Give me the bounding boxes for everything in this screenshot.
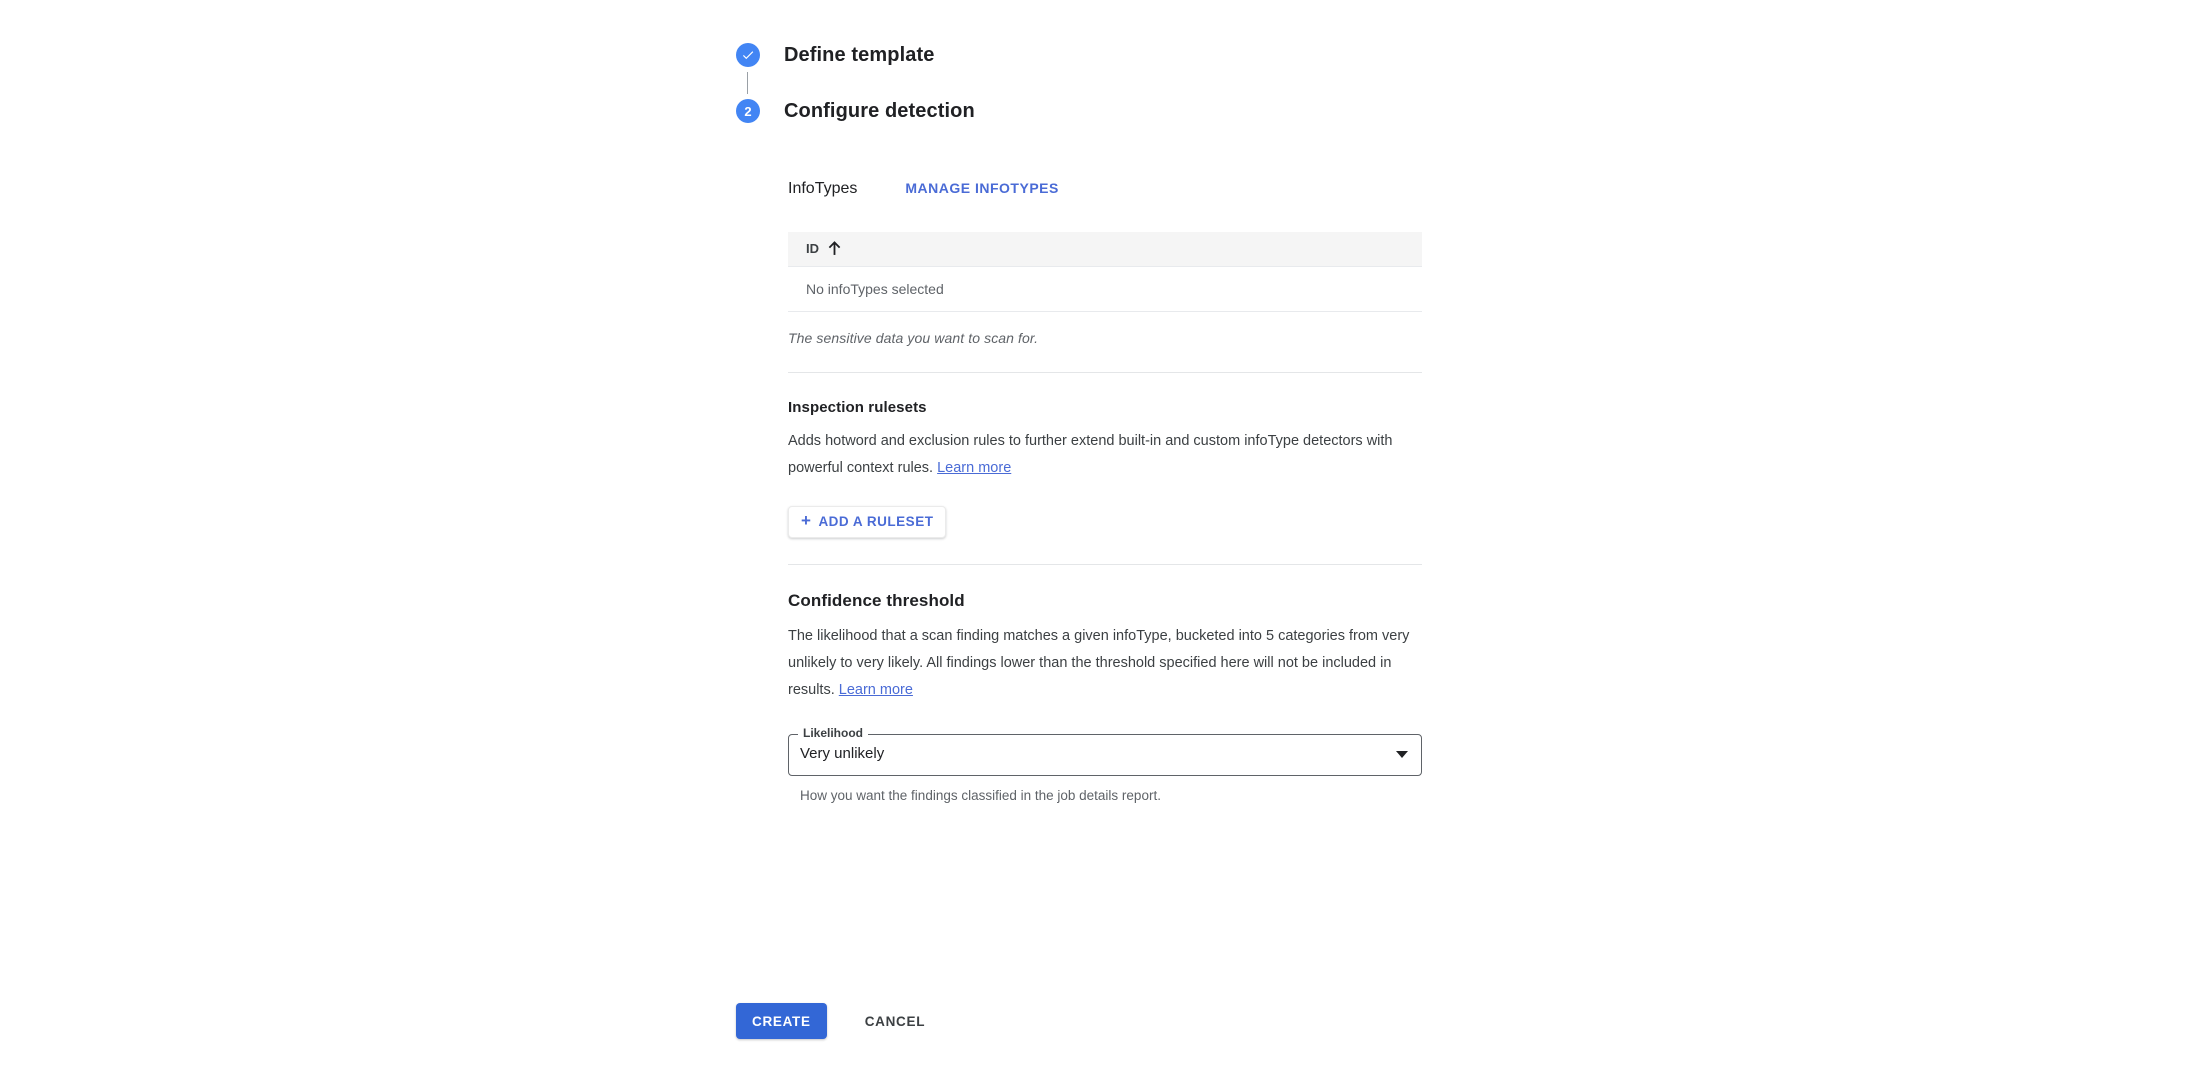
infotypes-table: ID No infoTypes selected: [788, 232, 1422, 312]
likelihood-select[interactable]: Likelihood Very unlikely: [788, 725, 1422, 776]
table-row: No infoTypes selected: [788, 266, 1422, 312]
step-completed-check-icon: [736, 43, 760, 67]
chevron-down-icon[interactable]: [1396, 750, 1408, 758]
infotypes-label: InfoTypes: [788, 180, 858, 197]
table-empty-message: No infoTypes selected: [788, 266, 1422, 312]
plus-icon: +: [801, 511, 812, 530]
column-header-id-label: ID: [806, 241, 819, 257]
add-ruleset-button-label: ADD A RULESET: [818, 514, 934, 529]
cancel-button[interactable]: CANCEL: [857, 1003, 933, 1039]
form-actions: CREATE CANCEL: [736, 1003, 933, 1039]
configure-detection-panel: InfoTypes MANAGE INFOTYPES ID No infoTyp…: [788, 180, 1422, 803]
stepper-connector-line: [747, 72, 748, 94]
rulesets-learn-more-link[interactable]: Learn more: [937, 460, 1011, 476]
step-configure-detection[interactable]: 2 Configure detection: [736, 94, 1436, 128]
likelihood-select-value: Very unlikely: [800, 744, 885, 762]
confidence-learn-more-link[interactable]: Learn more: [839, 682, 913, 698]
section-divider-2: [788, 563, 1422, 565]
likelihood-select-label: Likelihood: [798, 725, 868, 740]
create-inspection-template-page: Define template 2 Configure detection In…: [0, 0, 2200, 1086]
column-header-id[interactable]: ID: [788, 232, 1422, 267]
confidence-threshold-description: The likelihood that a scan finding match…: [788, 623, 1420, 704]
step-define-template[interactable]: Define template: [736, 38, 1436, 72]
confidence-threshold-title: Confidence threshold: [788, 590, 965, 610]
confidence-threshold-block: Confidence threshold The likelihood that…: [788, 591, 1422, 803]
create-button[interactable]: CREATE: [736, 1003, 827, 1039]
section-divider-1: [788, 371, 1422, 373]
step-define-template-label: Define template: [784, 43, 935, 66]
inspection-rulesets-title: Inspection rulesets: [788, 398, 927, 416]
infotypes-header: InfoTypes MANAGE INFOTYPES: [788, 180, 1422, 210]
add-ruleset-button[interactable]: + ADD A RULESET: [788, 505, 947, 538]
step-number-badge: 2: [736, 99, 760, 123]
infotypes-hint: The sensitive data you want to scan for.: [788, 329, 1039, 346]
inspection-rulesets-description: Adds hotword and exclusion rules to furt…: [788, 428, 1420, 482]
table-header-row: ID: [788, 232, 1422, 267]
step-configure-detection-label: Configure detection: [784, 99, 975, 122]
manage-infotypes-button[interactable]: MANAGE INFOTYPES: [905, 180, 1058, 196]
wizard-stepper: Define template 2 Configure detection: [736, 38, 1436, 128]
inspection-rulesets-description-text: Adds hotword and exclusion rules to furt…: [788, 432, 1393, 476]
inspection-rulesets-block: Inspection rulesets Adds hotword and exc…: [788, 399, 1422, 538]
sort-ascending-arrow-icon[interactable]: [828, 241, 841, 256]
likelihood-select-hint: How you want the findings classified in …: [800, 787, 1161, 803]
